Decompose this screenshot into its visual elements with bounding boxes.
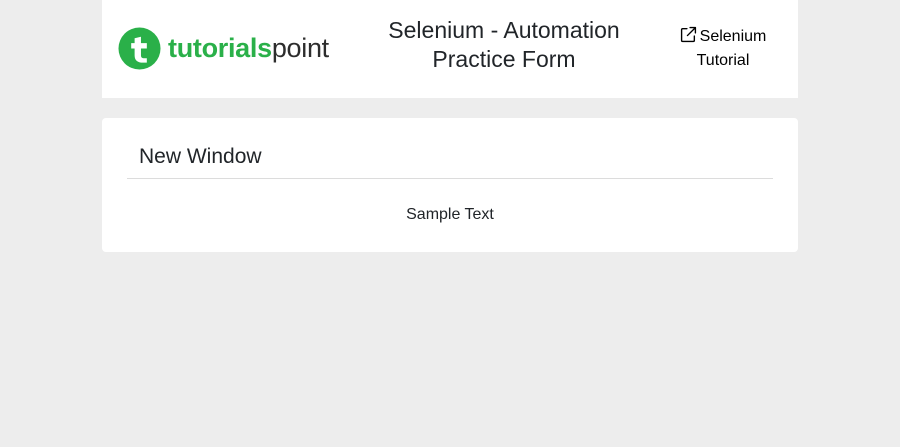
page-title-line1: Selenium - Automation	[388, 17, 620, 43]
new-window-card: New Window Sample Text	[102, 118, 798, 252]
tutorial-link-line2: Tutorial	[696, 52, 750, 69]
page-header: tutorialspoint Selenium - Automation Pra…	[102, 0, 798, 98]
page-title: Selenium - Automation Practice Form	[364, 16, 644, 74]
logo-wordmark-point: point	[271, 33, 329, 63]
tutorial-link-line1: Selenium	[699, 28, 767, 45]
tutorialspoint-logo-link[interactable]: tutorialspoint	[118, 27, 329, 70]
card-divider	[127, 178, 773, 179]
sample-text: Sample Text	[406, 206, 494, 223]
page-title-line2: Practice Form	[432, 46, 576, 72]
selenium-tutorial-link[interactable]: Selenium Tutorial	[672, 25, 774, 73]
external-link-icon	[680, 26, 696, 43]
tutorialspoint-logo-icon	[118, 27, 161, 70]
logo-wordmark-tutorials: tutorials	[168, 33, 272, 63]
card-title: New Window	[139, 145, 262, 168]
logo-wordmark: tutorialspoint	[168, 27, 329, 70]
